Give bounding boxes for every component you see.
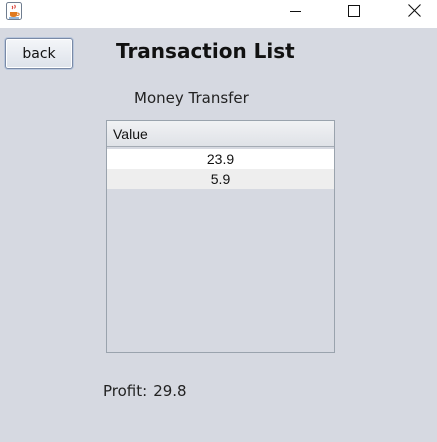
profit-value: 29.8 — [153, 382, 187, 400]
table-row[interactable]: 5.9 — [107, 169, 334, 189]
profit-label: Profit: — [103, 382, 148, 400]
transactions-table[interactable]: Value 23.9 5.9 — [106, 120, 335, 353]
column-header-value[interactable]: Value — [107, 121, 334, 147]
page-title: Transaction List — [116, 39, 295, 63]
title-bar — [0, 0, 437, 28]
minimize-icon — [290, 2, 302, 21]
maximize-icon — [348, 2, 360, 21]
close-button[interactable] — [391, 0, 437, 22]
java-cup-icon — [6, 2, 22, 20]
profit-summary: Profit: 29.8 — [103, 382, 187, 400]
minimize-button[interactable] — [273, 0, 319, 22]
table-body: 23.9 5.9 — [107, 149, 334, 189]
table-row[interactable]: 23.9 — [107, 149, 334, 169]
close-icon — [407, 2, 421, 21]
maximize-button[interactable] — [331, 0, 377, 22]
section-subtitle: Money Transfer — [134, 89, 249, 107]
back-button[interactable]: back — [5, 38, 73, 69]
